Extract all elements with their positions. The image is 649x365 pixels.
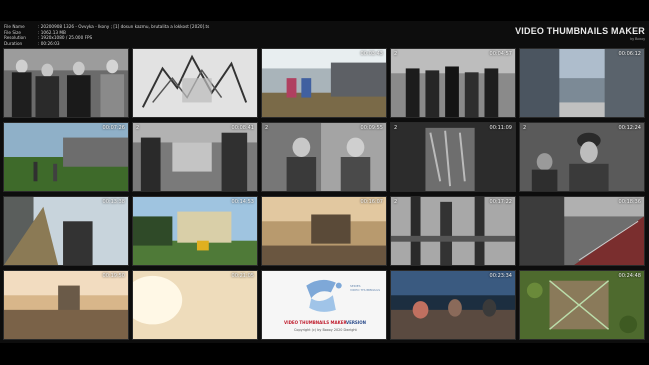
- thumbnail-image: [262, 123, 386, 191]
- thumbnail-image: [4, 49, 128, 117]
- thumbnail[interactable]: [132, 48, 258, 118]
- thumbnail-index: 2: [394, 51, 398, 57]
- thumbnail-index: 2: [394, 199, 398, 205]
- thumbnail-timestamp: 00:18:36: [618, 199, 641, 205]
- thumbnail[interactable]: 2 00:04:57: [390, 48, 516, 118]
- thumbnail-image: [4, 271, 128, 339]
- thumbnail[interactable]: 00:23:34: [390, 270, 516, 340]
- brand-title: VIDEO THUMBNAILS MAKER: [515, 26, 645, 36]
- brand-logo: VIDEO THUMBNAILS MAKER by Boxoy: [515, 26, 645, 41]
- thumbnail-image: [520, 49, 644, 117]
- thumbnail-timestamp: 00:13:38: [102, 199, 125, 205]
- thumbnail-sheet: File Name: 20200908 1326 - Ovvyka - Ikon…: [0, 21, 649, 343]
- thumbnail-image: [133, 271, 257, 339]
- thumbnail[interactable]: 00:19:50: [3, 270, 129, 340]
- thumbnail-image: [133, 197, 257, 265]
- thumbnail[interactable]: 00:21:05: [132, 270, 258, 340]
- thumbnail-image: [262, 49, 386, 117]
- logo-mark-text: SERIES VIDEO THUMBNAILS: [350, 284, 381, 292]
- thumbnail[interactable]: 00:07:26: [3, 122, 129, 192]
- thumbnail-timestamp: 00:03:43: [360, 51, 383, 57]
- thumbnail[interactable]: 00:14:53: [132, 196, 258, 266]
- thumbnail-timestamp: 00:08:41: [231, 125, 254, 131]
- thumbnail[interactable]: SERIES VIDEO THUMBNAILS VIDEO THUMBNAILS…: [261, 270, 387, 340]
- file-info: File Name: 20200908 1326 - Ovvyka - Ikon…: [4, 24, 209, 46]
- thumbnail[interactable]: 00:16:07: [261, 196, 387, 266]
- thumbnail-timestamp: 00:16:07: [360, 199, 383, 205]
- thumbnail-timestamp: 00:23:34: [489, 273, 512, 279]
- info-row-duration: Duration : 00:26:03: [4, 41, 209, 47]
- logo-copyright: Copyright (c) by Boxoy 2020 Dwright: [294, 328, 357, 332]
- thumbnail-image: [391, 271, 515, 339]
- thumbnail-image: [391, 49, 515, 117]
- thumbnail[interactable]: 00:13:38: [3, 196, 129, 266]
- thumbnail-index: 2: [394, 125, 398, 131]
- thumbnail-timestamp: 00:17:22: [489, 199, 512, 205]
- thumbnail-image: [520, 271, 644, 339]
- thumbnail-timestamp: 00:24:48: [618, 273, 641, 279]
- thumbnail-index: 2: [265, 125, 269, 131]
- thumbnail[interactable]: 00:06:12: [519, 48, 645, 118]
- info-label: Duration: [4, 40, 23, 46]
- thumbnail-index: 2: [523, 125, 527, 131]
- thumbnail-image: [133, 49, 257, 117]
- thumbnail-grid: 00:03:43 2 00:04:57 00:06:12 00:07:26 2 …: [3, 48, 646, 340]
- thumbnail-image: [4, 197, 128, 265]
- thumbnail-timestamp: 00:09:55: [360, 125, 383, 131]
- thumbnail-timestamp: 00:06:12: [618, 51, 641, 57]
- thumbnail-timestamp: 00:11:09: [489, 125, 512, 131]
- thumbnail-timestamp: 00:12:24: [618, 125, 641, 131]
- thumbnail[interactable]: [3, 48, 129, 118]
- thumbnail-image: [262, 197, 386, 265]
- thumbnail-timestamp: 00:21:05: [231, 273, 254, 279]
- thumbnail-image: [520, 123, 644, 191]
- thumbnail[interactable]: 2 00:12:24: [519, 122, 645, 192]
- logo-name: VIDEO THUMBNAILS MAKER: [284, 320, 347, 325]
- thumbnail-index: 2: [136, 125, 140, 131]
- thumbnail-image: [391, 197, 515, 265]
- thumbnail-timestamp: 00:19:50: [102, 273, 125, 279]
- thumbnail-timestamp: 00:04:57: [489, 51, 512, 57]
- thumbnail[interactable]: 00:18:36: [519, 196, 645, 266]
- thumbnail[interactable]: 00:03:43: [261, 48, 387, 118]
- thumbnail[interactable]: 00:24:48: [519, 270, 645, 340]
- thumbnail-image: [133, 123, 257, 191]
- thumbnail-timestamp: 00:07:26: [102, 125, 125, 131]
- thumbnail-image: [4, 123, 128, 191]
- thumbnail[interactable]: 2 00:08:41: [132, 122, 258, 192]
- thumbnail-timestamp: 00:14:53: [231, 199, 254, 205]
- thumbnail[interactable]: 2 00:11:09: [390, 122, 516, 192]
- thumbnail-image: [520, 197, 644, 265]
- thumbnail-image: [391, 123, 515, 191]
- thumbnail[interactable]: 2 00:17:22: [390, 196, 516, 266]
- info-value: : 00:26:03: [38, 40, 60, 46]
- logo-version: VERSION: [346, 320, 367, 325]
- brand-subtitle: by Boxoy: [630, 37, 645, 41]
- thumbnail[interactable]: 2 00:09:55: [261, 122, 387, 192]
